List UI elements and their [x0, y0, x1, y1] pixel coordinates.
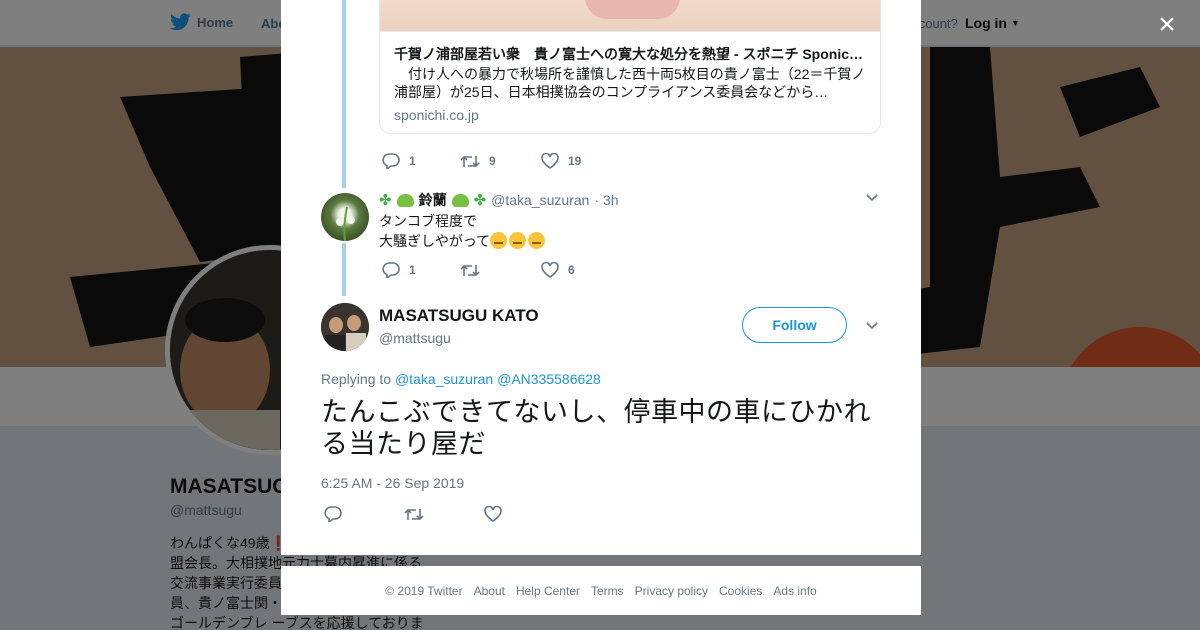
main-tweet-actions — [324, 506, 502, 522]
like-button[interactable]: 19 — [541, 153, 581, 169]
card-image — [380, 0, 880, 32]
chevron-down-icon[interactable] — [865, 190, 879, 209]
card-description: 付け人への暴力で秋場所を謹慎した西十両5枚目の貴ノ富士（22＝千賀ノ浦部屋）が2… — [394, 66, 866, 100]
replying-to: Replying to @taka_suzuran @AN335586628 — [321, 371, 601, 387]
footer-about-link[interactable]: About — [474, 584, 505, 598]
retweet-icon — [404, 508, 424, 520]
follow-button[interactable]: Follow — [742, 307, 847, 343]
chevron-down-icon[interactable] — [865, 318, 879, 337]
footer-help-link[interactable]: Help Center — [516, 584, 580, 598]
link-preview-card[interactable]: 千賀ノ浦部屋若い衆 貴ノ富士への寛大な処分を熱望 - スポニチ Sponichi… — [379, 0, 881, 134]
tweet-actions: 1 9 19 — [382, 153, 581, 169]
retweet-button[interactable]: 9 — [460, 154, 541, 169]
lily-of-the-valley-photo — [336, 206, 355, 241]
clover-emoji-icon: ✤ — [473, 192, 487, 209]
card-title: 千賀ノ浦部屋若い衆 貴ノ富士への寛大な処分を熱望 - スポニチ Sponichi… — [394, 46, 866, 62]
reply-count: 1 — [409, 263, 416, 277]
heart-icon — [484, 506, 502, 522]
card-domain: sponichi.co.jp — [394, 107, 479, 123]
tweet-modal: 千賀ノ浦部屋若い衆 貴ノ富士への寛大な処分を熱望 - スポニチ Sponichi… — [281, 0, 921, 555]
reply-tweet-header: ✤ 鈴蘭 ✤ @taka_suzuran · 3h — [379, 190, 619, 210]
replying-to-link[interactable]: @AN335586628 — [497, 371, 601, 387]
main-tweet-timestamp[interactable]: 6:25 AM - 26 Sep 2019 — [321, 475, 464, 491]
main-author-photo — [321, 303, 369, 351]
clover-emoji-icon: ✤ — [379, 192, 392, 209]
modal-footer: © 2019 Twitter About Help Center Terms P… — [281, 566, 921, 615]
reply-timestamp[interactable]: · 3h — [594, 192, 618, 208]
reply-line: タンコブ程度で — [379, 213, 477, 229]
unamused-face-icon — [509, 232, 527, 249]
unamused-face-icon — [490, 232, 508, 249]
retweet-icon — [460, 264, 480, 276]
replying-to-link[interactable]: @taka_suzuran — [395, 371, 493, 387]
reply-line: 大騒ぎしやがって — [379, 233, 491, 249]
frog-emoji-icon — [451, 193, 469, 207]
tweet-actions: 1 6 — [382, 262, 575, 278]
reply-button[interactable]: 1 — [382, 262, 460, 278]
main-tweet-text: たんこぶできてないし、停車中の車にひかれる当たり屋だ — [321, 397, 871, 459]
footer-copyright: © 2019 Twitter — [385, 583, 463, 598]
reply-button[interactable] — [324, 506, 404, 522]
like-button[interactable] — [484, 506, 502, 522]
frog-emoji-icon — [396, 193, 414, 207]
footer-terms-link[interactable]: Terms — [591, 584, 624, 598]
reply-icon — [382, 262, 400, 278]
reply-button[interactable]: 1 — [382, 153, 460, 169]
thread-line — [342, 243, 346, 296]
reply-line-with-emoji: 大騒ぎしやがって — [379, 231, 547, 251]
replying-prefix: Replying to — [321, 371, 392, 387]
main-author-name[interactable]: MASATSUGU KATO — [379, 306, 539, 326]
retweet-count: 9 — [489, 154, 496, 168]
reply-author-name[interactable]: 鈴蘭 — [419, 190, 447, 210]
heart-icon — [541, 262, 559, 278]
retweet-button[interactable] — [460, 263, 541, 278]
like-button[interactable]: 6 — [541, 262, 575, 278]
footer-privacy-link[interactable]: Privacy policy — [635, 584, 708, 598]
thread-line — [342, 0, 346, 188]
main-author-avatar[interactable] — [321, 303, 369, 351]
reply-icon — [324, 506, 342, 522]
unamused-face-icon — [528, 232, 546, 249]
retweet-icon — [460, 155, 480, 167]
main-author-handle[interactable]: @mattsugu — [379, 330, 451, 346]
reply-icon — [382, 153, 400, 169]
reply-count: 1 — [409, 154, 416, 168]
close-icon[interactable]: × — [1152, 10, 1182, 40]
like-count: 19 — [568, 154, 582, 168]
reply-author-avatar[interactable] — [321, 193, 369, 241]
reply-author-handle[interactable]: @taka_suzuran — [491, 192, 589, 208]
retweet-button[interactable] — [404, 507, 484, 522]
heart-icon — [541, 153, 559, 169]
footer-cookies-link[interactable]: Cookies — [719, 584, 762, 598]
footer-ads-link[interactable]: Ads info — [773, 584, 816, 598]
like-count: 6 — [568, 263, 575, 277]
reply-tweet-text: タンコブ程度で 大騒ぎしやがって — [379, 211, 547, 251]
